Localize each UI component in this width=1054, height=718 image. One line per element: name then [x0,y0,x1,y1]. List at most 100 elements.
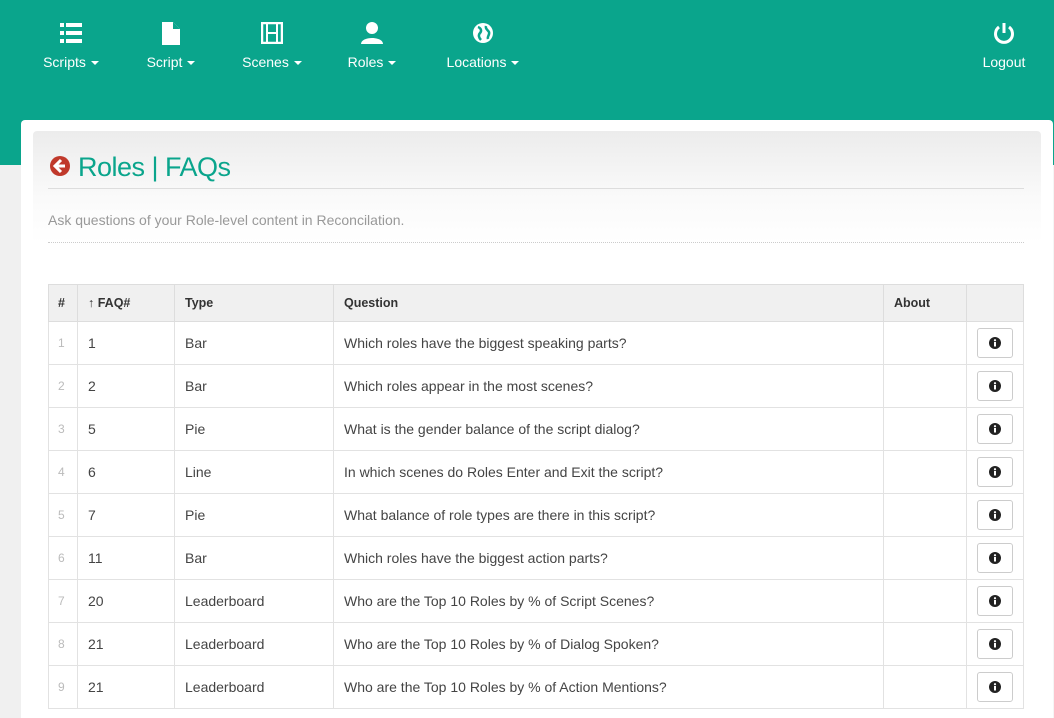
nav-label: Scripts [43,54,86,70]
user-icon [342,22,402,46]
cell-type: Pie [174,407,334,451]
page-subtitle: Ask questions of your Role-level content… [48,212,405,228]
info-button[interactable] [977,629,1013,659]
col-header-about[interactable]: About [883,284,967,322]
logout-label: Logout [982,54,1026,70]
caret-down-icon [293,61,302,66]
cell-faq-number: 7 [77,493,175,537]
cell-actions [966,536,1024,580]
cell-question[interactable]: What is the gender balance of the script… [333,407,884,451]
cell-actions [966,407,1024,451]
row-number: 5 [48,493,78,537]
info-button[interactable] [977,328,1013,358]
cell-faq-number: 21 [77,622,175,666]
cell-actions [966,665,1024,709]
cell-actions [966,493,1024,537]
divider [48,242,1024,243]
nav-locations[interactable]: Locations [438,22,528,70]
col-header-actions [966,284,1024,322]
cell-actions [966,579,1024,623]
page-title-text: Roles | FAQs [78,152,231,182]
info-button[interactable] [977,672,1013,702]
cell-actions [966,321,1024,365]
cell-about [883,665,967,709]
col-header-num: # [48,284,78,322]
globe-icon [438,22,528,46]
cell-type: Bar [174,321,334,365]
info-button[interactable] [977,500,1013,530]
cell-question[interactable]: Who are the Top 10 Roles by % of Action … [333,665,884,709]
nav-script[interactable]: Script [141,22,201,70]
cell-question[interactable]: Who are the Top 10 Roles by % of Script … [333,579,884,623]
table-row[interactable]: 7 20 Leaderboard Who are the Top 10 Roles b… [48,579,1024,623]
info-icon [989,466,1001,478]
cell-faq-number: 6 [77,450,175,494]
cell-faq-number: 11 [77,536,175,580]
caret-down-icon [388,61,397,66]
cell-question[interactable]: Which roles have the biggest speaking pa… [333,321,884,365]
file-icon [141,22,201,46]
info-button[interactable] [977,457,1013,487]
nav-label: Script [146,54,183,70]
cell-type: Leaderboard [174,579,334,623]
nav-scripts[interactable]: Scripts [36,22,106,70]
cell-type: Leaderboard [174,665,334,709]
info-button[interactable] [977,414,1013,444]
left-gutter [0,165,21,718]
col-header-type[interactable]: Type [174,284,334,322]
info-icon [989,380,1001,392]
info-icon [989,595,1001,607]
table-row[interactable]: 8 21 Leaderboard Who are the Top 10 Roles b… [48,622,1024,666]
list-icon [36,22,106,46]
cell-about [883,493,967,537]
info-icon [989,552,1001,564]
caret-down-icon [187,61,196,66]
table-header-row: # ↑ FAQ# Type Question About [48,284,1024,322]
cell-about [883,536,967,580]
row-number: 1 [48,321,78,365]
cell-faq-number: 2 [77,364,175,408]
cell-question[interactable]: Who are the Top 10 Roles by % of Dialog … [333,622,884,666]
cell-question[interactable]: In which scenes do Roles Enter and Exit … [333,450,884,494]
info-icon [989,509,1001,521]
nav-label: Locations [446,54,507,70]
table-row[interactable]: 6 11 Bar Which roles have the biggest actio… [48,536,1024,580]
cell-about [883,407,967,451]
logout-button[interactable]: Logout [978,22,1030,70]
cell-actions [966,364,1024,408]
table-row[interactable]: 3 5 Pie What is the gender balance of the s… [48,407,1024,451]
nav-scenes[interactable]: Scenes [237,21,307,70]
col-header-faq[interactable]: ↑ FAQ# [77,284,175,322]
info-button[interactable] [977,586,1013,616]
info-icon [989,423,1001,435]
table-row[interactable]: 1 1 Bar Which roles have the biggest speaki… [48,321,1024,365]
info-button[interactable] [977,371,1013,401]
page-title: Roles | FAQs [50,152,231,183]
row-number: 9 [48,665,78,709]
cell-question[interactable]: What balance of role types are there in … [333,493,884,537]
cell-question[interactable]: Which roles appear in the most scenes? [333,364,884,408]
divider [48,188,1024,189]
row-number: 8 [48,622,78,666]
row-number: 2 [48,364,78,408]
table-row[interactable]: 5 7 Pie What balance of role types are ther… [48,493,1024,537]
cell-type: Bar [174,364,334,408]
info-button[interactable] [977,543,1013,573]
cell-type: Line [174,450,334,494]
info-icon [989,681,1001,693]
back-arrow-icon[interactable] [50,152,70,183]
nav-roles[interactable]: Roles [342,22,402,70]
table-row[interactable]: 2 2 Bar Which roles appear in the most scen… [48,364,1024,408]
cell-about [883,321,967,365]
caret-down-icon [511,61,520,66]
col-header-question[interactable]: Question [333,284,884,322]
row-number: 3 [48,407,78,451]
cell-about [883,579,967,623]
cell-question[interactable]: Which roles have the biggest action part… [333,536,884,580]
nav-label: Roles [347,54,384,70]
cell-actions [966,450,1024,494]
table-row[interactable]: 4 6 Line In which scenes do Roles Enter and… [48,450,1024,494]
power-icon [978,22,1030,46]
caret-down-icon [90,61,99,66]
table-row[interactable]: 9 21 Leaderboard Who are the Top 10 Roles b… [48,665,1024,709]
